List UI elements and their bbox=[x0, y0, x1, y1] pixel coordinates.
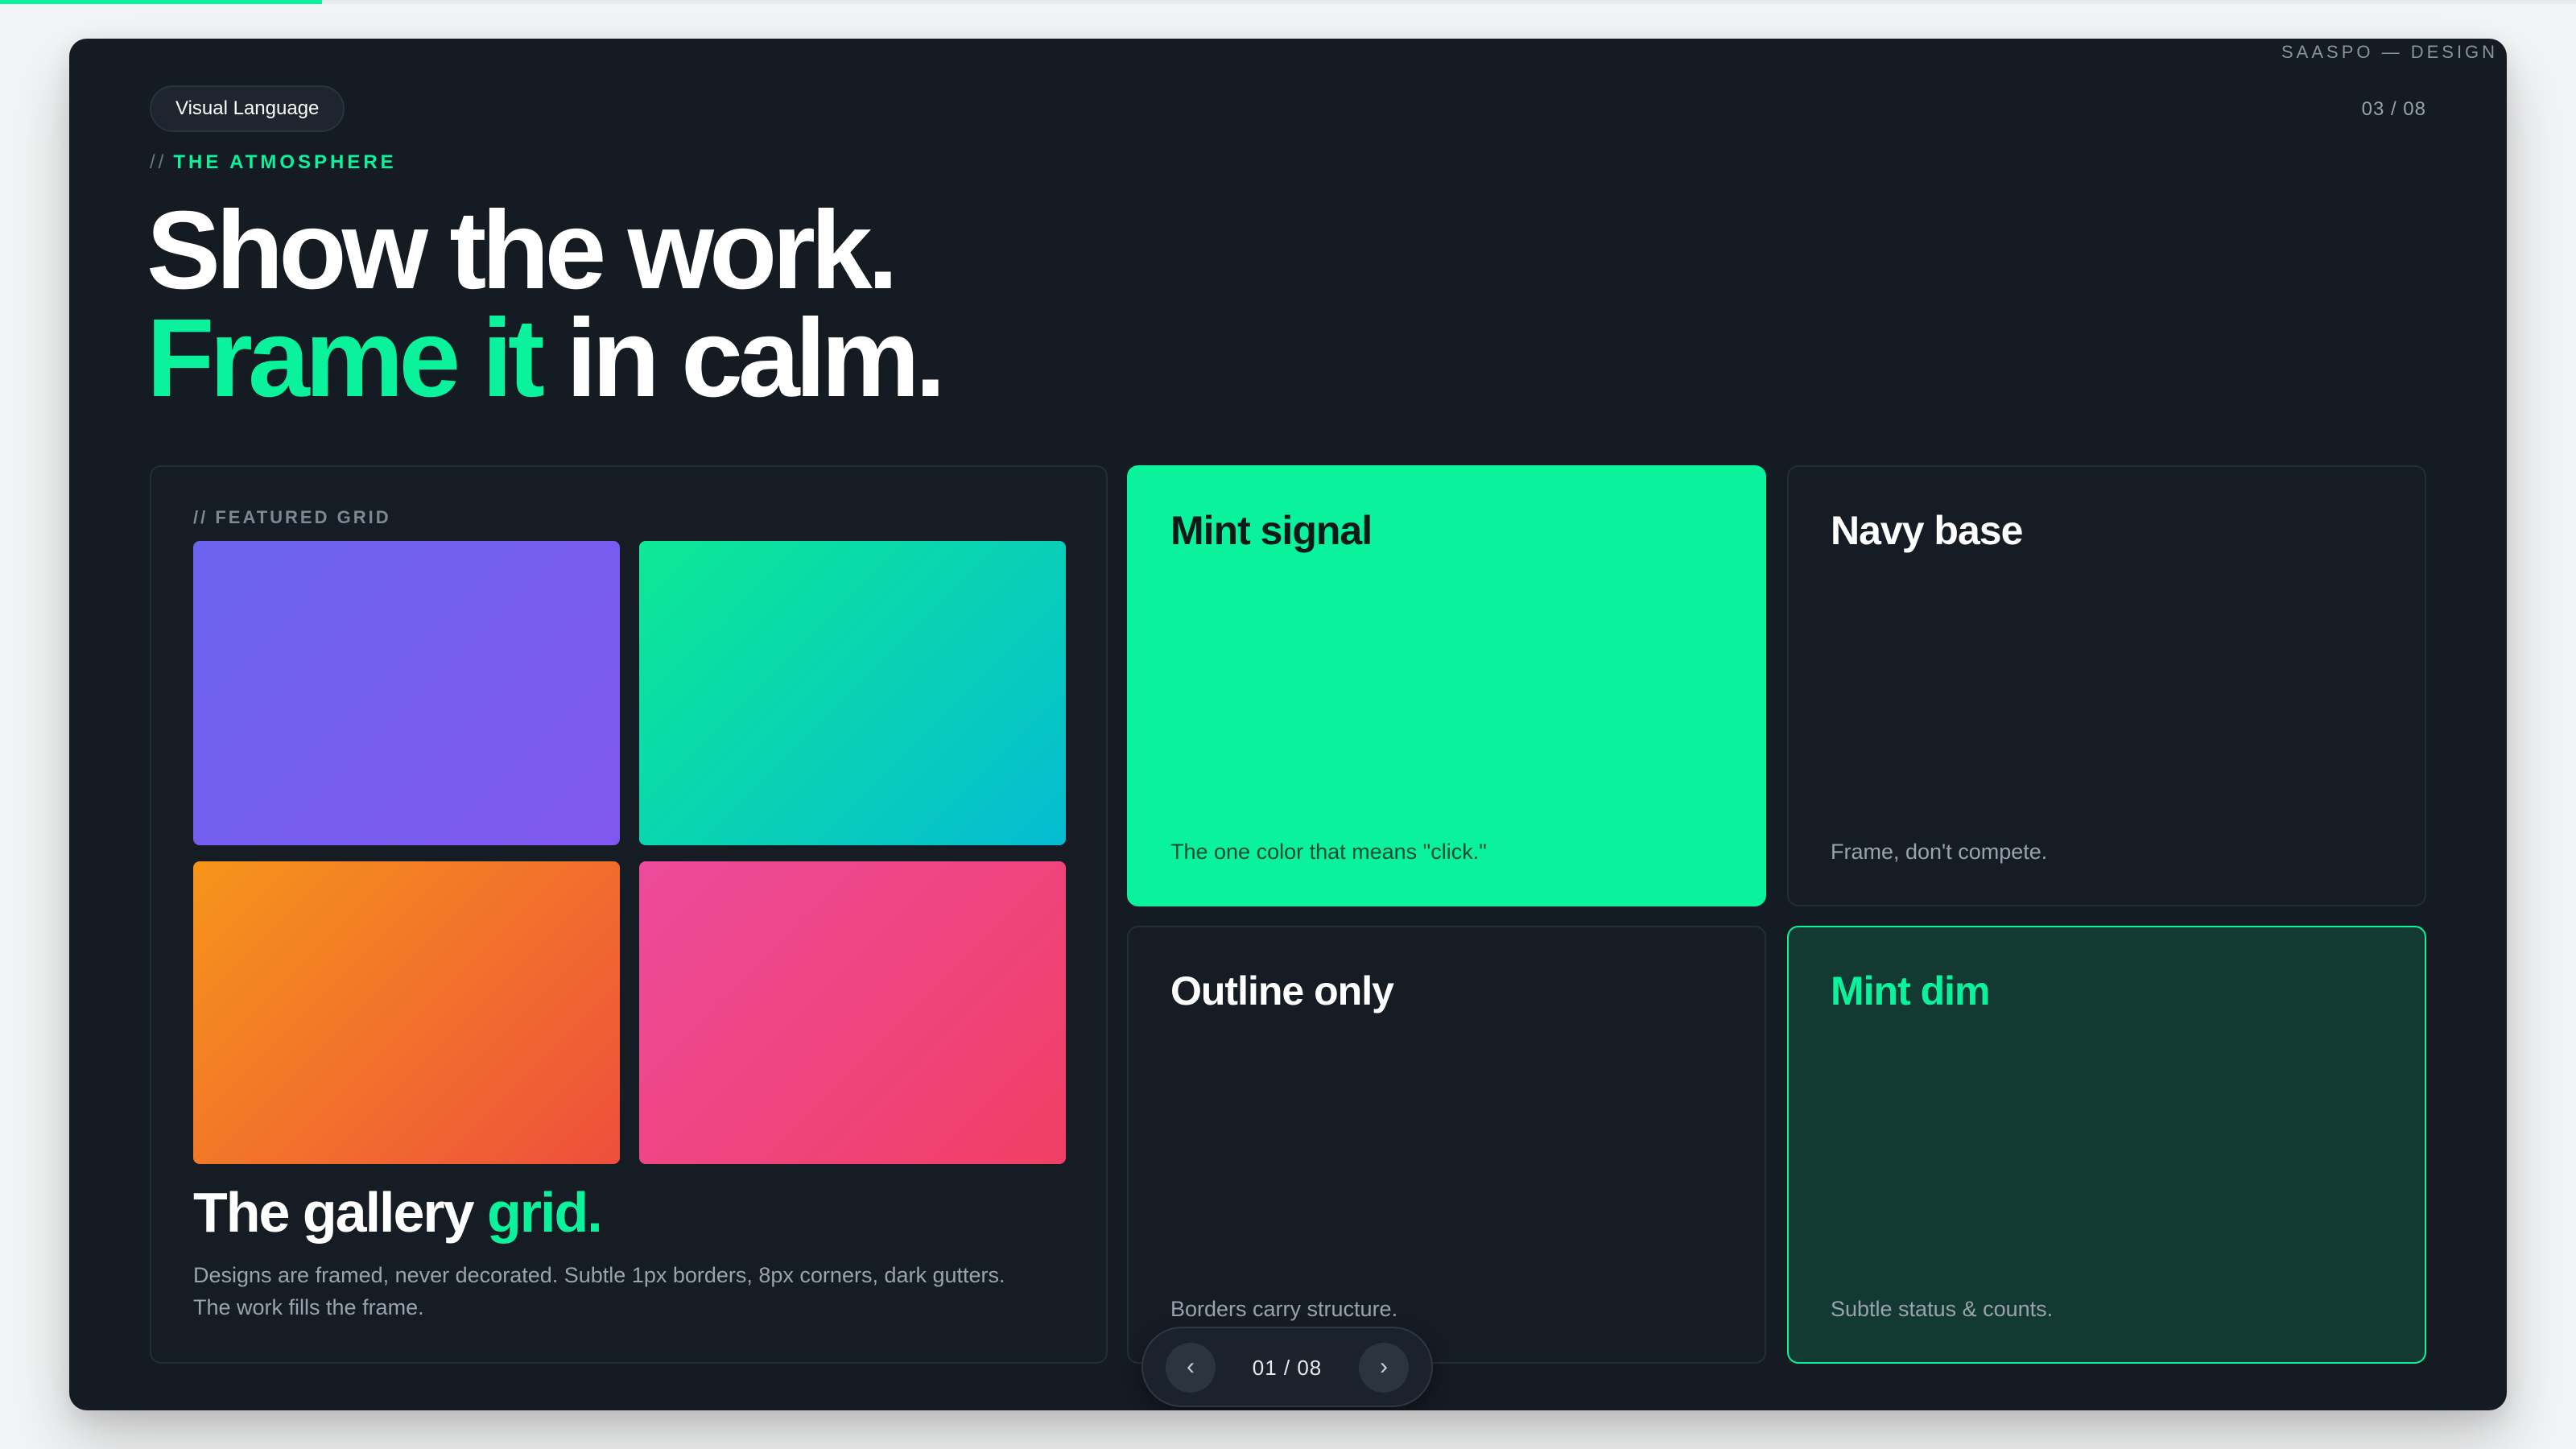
gallery-tile-violet bbox=[193, 541, 620, 845]
headline: Show the work. Frame it in calm. bbox=[147, 188, 946, 414]
pager-count: 01 / 08 bbox=[1252, 1356, 1323, 1380]
eyebrow: // THE ATMOSPHERE bbox=[150, 151, 397, 174]
card-navy-base: Navy base Frame, don't compete. bbox=[1787, 465, 2426, 906]
gallery-title: The gallery grid. bbox=[193, 1180, 603, 1245]
card-title: Mint signal bbox=[1170, 508, 1373, 553]
slide: SAASPO — DESIGN DE Visual Language 03 / … bbox=[69, 39, 2507, 1410]
card-title: Navy base bbox=[1831, 508, 2023, 553]
headline-line-2: Frame it in calm. bbox=[147, 303, 946, 414]
next-slide-button[interactable]: › bbox=[1359, 1343, 1409, 1393]
deck-progress-bar bbox=[0, 0, 2576, 4]
gallery-description-line-1: Designs are framed, never decorated. Sub… bbox=[193, 1263, 1005, 1287]
deck-title: SAASPO — DESIGN DE bbox=[2281, 42, 2507, 62]
card-subtitle: Borders carry structure. bbox=[1170, 1297, 1398, 1321]
headline-rest: in calm. bbox=[539, 296, 946, 420]
featured-grid-card: // FEATURED GRID The gallery grid. Desig… bbox=[150, 465, 1108, 1364]
card-subtitle: Frame, don't compete. bbox=[1831, 840, 2048, 864]
headline-line-1: Show the work. bbox=[147, 188, 898, 312]
card-mint-signal: Mint signal The one color that means "cl… bbox=[1127, 465, 1766, 906]
card-outline-only: Outline only Borders carry structure. bbox=[1127, 926, 1766, 1364]
card-title: Outline only bbox=[1170, 968, 1394, 1013]
headline-accent: Frame it bbox=[147, 296, 545, 420]
eyebrow-text: THE ATMOSPHERE bbox=[173, 151, 397, 173]
gallery-description: Designs are framed, never decorated. Sub… bbox=[193, 1259, 1079, 1323]
slide-pager: ‹ 01 / 08 › bbox=[1141, 1327, 1433, 1407]
gallery-tile-teal bbox=[639, 541, 1066, 845]
gallery-tile-pink bbox=[639, 861, 1066, 1164]
gallery-description-line-2: The work fills the frame. bbox=[193, 1295, 424, 1319]
deck-progress-fill bbox=[0, 0, 322, 4]
eyebrow-prefix: // bbox=[150, 151, 167, 173]
card-mint-dim: Mint dim Subtle status & counts. bbox=[1787, 926, 2426, 1364]
page-counter: 03 / 08 bbox=[2361, 98, 2426, 120]
featured-grid-label: // FEATURED GRID bbox=[193, 507, 391, 527]
card-subtitle: The one color that means "click." bbox=[1170, 840, 1487, 864]
gallery-title-accent: grid. bbox=[487, 1181, 603, 1244]
previous-slide-button[interactable]: ‹ bbox=[1166, 1343, 1216, 1393]
card-subtitle: Subtle status & counts. bbox=[1831, 1297, 2054, 1321]
gallery-tile-orange bbox=[193, 861, 620, 1164]
card-title: Mint dim bbox=[1831, 968, 1991, 1013]
gallery-title-main: The gallery bbox=[193, 1181, 488, 1244]
section-pill: Visual Language bbox=[150, 85, 345, 132]
